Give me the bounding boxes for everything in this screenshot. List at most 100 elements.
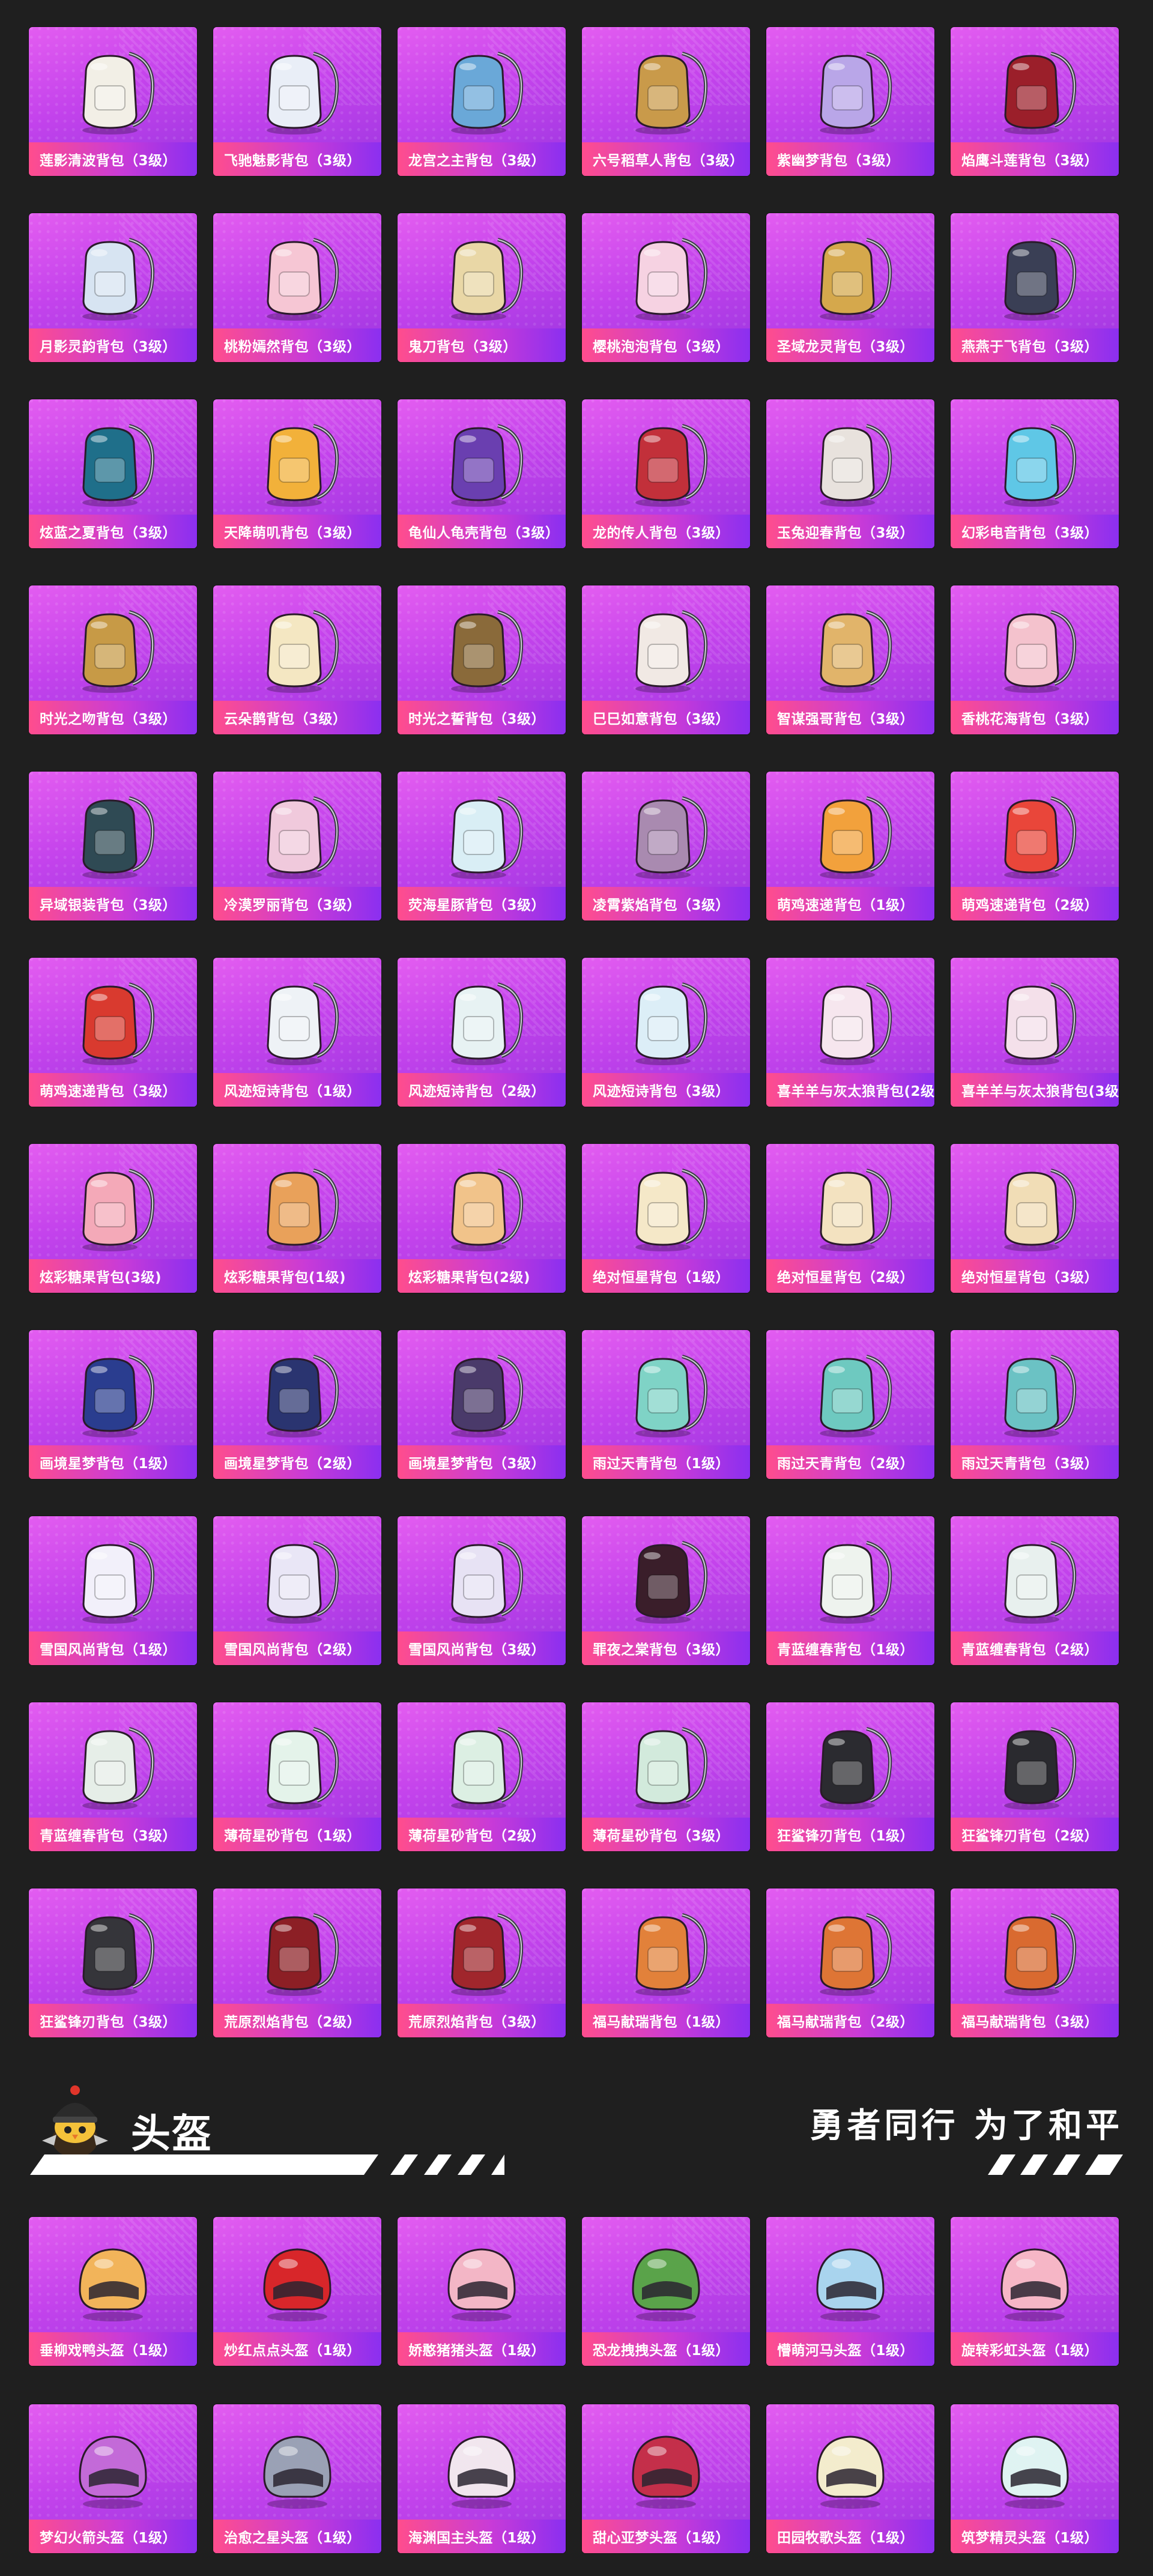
helmet-card[interactable]: 垂柳戏鸭头盔（1级） [29,2217,197,2366]
helmet-card[interactable]: 炒红点点头盔（1级） [213,2217,381,2366]
backpack-card[interactable]: 福马献瑞背包（3级） [951,1888,1119,2037]
backpack-card[interactable]: 青蓝缠春背包（2级） [951,1516,1119,1665]
helmet-card[interactable]: 旋转彩虹头盔（1级） [951,2217,1119,2366]
snow-bunny-lv1-backpack-icon [82,1541,155,1624]
helmet-card[interactable]: 海渊国主头盔（1级） [398,2404,566,2553]
backpack-card[interactable]: 焰鹰斗莲背包（3级） [951,27,1119,176]
backpack-card[interactable]: 荒原烈焰背包（2级） [213,1888,381,2037]
backpack-card[interactable]: 青蓝缠春背包（3级） [29,1702,197,1851]
backpack-card[interactable]: 雪国风尚背包（3级） [398,1516,566,1665]
backpack-card[interactable]: 福马献瑞背包（2级） [766,1888,934,2037]
backpack-card[interactable]: 凌霄紫焰背包（3级） [582,772,750,921]
red-black-mech-backpack-icon [1004,52,1077,135]
helmet-card[interactable]: 娇憨猪猪头盔（1级） [398,2217,566,2366]
hippo-helmet-icon [816,2248,885,2321]
backpack-card[interactable]: 炫彩糖果背包(2级) [398,1144,566,1293]
backpack-card[interactable]: 雨过天青背包（2级） [766,1330,934,1479]
jade-lv3-backpack-icon [1004,1355,1077,1438]
backpack-card[interactable]: 雨过天青背包（1级） [582,1330,750,1479]
item-label: 时光之誓背包（3级） [398,701,566,734]
backpack-card[interactable]: 狂鲨锋刃背包（2级） [951,1702,1119,1851]
white-red-rabbit-backpack-icon [820,424,892,507]
item-label: 炫彩糖果背包(3级) [29,1259,197,1293]
backpack-card[interactable]: 莲影清波背包（3级） [29,27,197,176]
backpack-card[interactable]: 鬼刀背包（3级） [398,213,566,362]
backpack-card[interactable]: 萌鸡速递背包（1级） [766,772,934,921]
backpack-card[interactable]: 龟仙人龟壳背包（3级） [398,399,566,548]
backpack-card[interactable]: 薄荷星砂背包（3级） [582,1702,750,1851]
item-label: 青蓝缠春背包（3级） [29,1818,197,1851]
rocket-helmet-icon [79,2435,147,2509]
winged-blade-backpack-icon [451,238,524,321]
helmet-section-title: 头盔 [131,2111,213,2157]
neon-speaker-backpack-icon [1004,424,1077,507]
mint-lv2-backpack-icon [451,1727,524,1810]
backpack-card[interactable]: 炫彩糖果背包(1级) [213,1144,381,1293]
backpack-card[interactable]: 燕燕于飞背包（3级） [951,213,1119,362]
backpack-card[interactable]: 罪夜之棠背包（3级） [582,1516,750,1665]
backpack-card[interactable]: 六号稻草人背包（3级） [582,27,750,176]
backpack-card[interactable]: 薄荷星砂背包（1级） [213,1702,381,1851]
backpack-card[interactable]: 萌鸡速递背包（2级） [951,772,1119,921]
backpack-card[interactable]: 玉兔迎春背包（3级） [766,399,934,548]
backpack-card[interactable]: 雪国风尚背包（1级） [29,1516,197,1665]
backpack-card[interactable]: 青蓝缠春背包（1级） [766,1516,934,1665]
backpack-card[interactable]: 时光之誓背包（3级） [398,585,566,734]
backpack-card[interactable]: 绝对恒星背包（3级） [951,1144,1119,1293]
backpack-card[interactable]: 风迹短诗背包（2级） [398,958,566,1107]
backpack-card[interactable]: 龙宫之主背包（3级） [398,27,566,176]
backpack-card[interactable]: 狂鲨锋刃背包（3级） [29,1888,197,2037]
backpack-card[interactable]: 雨过天青背包（3级） [951,1330,1119,1479]
backpack-card[interactable]: 炫彩糖果背包(3级) [29,1144,197,1293]
helmet-card[interactable]: 甜心亚梦头盔（1级） [582,2404,750,2553]
helmet-card[interactable]: 筑梦精灵头盔（1级） [951,2404,1119,2553]
backpack-card[interactable]: 智谋强哥背包（3级） [766,585,934,734]
flame-mech-lv3-backpack-icon [451,1913,524,1996]
backpack-card[interactable]: 桃粉嫣然背包（3级） [213,213,381,362]
poem-bag-lv2-backpack-icon [451,982,524,1065]
backpack-card[interactable]: 巳巳如意背包（3级） [582,585,750,734]
backpack-card[interactable]: 月影灵韵背包（3级） [29,213,197,362]
backpack-card[interactable]: 时光之吻背包（3级） [29,585,197,734]
backpack-card[interactable]: 龙的传人背包（3级） [582,399,750,548]
moon-spirit-backpack-icon [82,238,155,321]
backpack-card[interactable]: 圣域龙灵背包（3级） [766,213,934,362]
backpack-card[interactable]: 喜羊羊与灰太狼背包(2级) [766,958,934,1107]
backpack-card[interactable]: 幻彩电音背包（3级） [951,399,1119,548]
backpack-card[interactable]: 绝对恒星背包（1级） [582,1144,750,1293]
backpack-card[interactable]: 绝对恒星背包（2级） [766,1144,934,1293]
helmet-card[interactable]: 恐龙拽拽头盔（1级） [582,2217,750,2366]
backpack-card[interactable]: 荒原烈焰背包（3级） [398,1888,566,2037]
item-label: 六号稻草人背包（3级） [582,142,750,176]
horse-lv1-backpack-icon [635,1913,708,1996]
backpack-card[interactable]: 雪国风尚背包（2级） [213,1516,381,1665]
backpack-card[interactable]: 画境星梦背包（1级） [29,1330,197,1479]
backpack-card[interactable]: 福马献瑞背包（1级） [582,1888,750,2037]
purple-flame-frame-backpack-icon [635,796,708,879]
backpack-card[interactable]: 画境星梦背包（2级） [213,1330,381,1479]
helmet-card[interactable]: 治愈之星头盔（1级） [213,2404,381,2553]
item-label: 鬼刀背包（3级） [398,328,566,362]
backpack-card[interactable]: 风迹短诗背包（3级） [582,958,750,1107]
backpack-card[interactable]: 飞驰魅影背包（3级） [213,27,381,176]
backpack-card[interactable]: 薄荷星砂背包（2级） [398,1702,566,1851]
backpack-card[interactable]: 异域银装背包（3级） [29,772,197,921]
backpack-card[interactable]: 樱桃泡泡背包（3级） [582,213,750,362]
helmet-card[interactable]: 梦幻火箭头盔（1级） [29,2404,197,2553]
item-label: 画境星梦背包（3级） [398,1445,566,1479]
backpack-card[interactable]: 喜羊羊与灰太狼背包(3级) [951,958,1119,1107]
peach-blossom-backpack-icon [1004,610,1077,693]
backpack-card[interactable]: 香桃花海背包（3级） [951,585,1119,734]
backpack-card[interactable]: 天降萌叽背包（3级） [213,399,381,548]
helmet-card[interactable]: 田园牧歌头盔（1级） [766,2404,934,2553]
backpack-card[interactable]: 荧海星豚背包（3级） [398,772,566,921]
backpack-card[interactable]: 狂鲨锋刃背包（1级） [766,1702,934,1851]
backpack-card[interactable]: 画境星梦背包（3级） [398,1330,566,1479]
backpack-card[interactable]: 风迹短诗背包（1级） [213,958,381,1107]
backpack-card[interactable]: 冷漠罗丽背包（3级） [213,772,381,921]
backpack-card[interactable]: 紫幽梦背包（3级） [766,27,934,176]
backpack-card[interactable]: 萌鸡速递背包（3级） [29,958,197,1107]
backpack-card[interactable]: 云朵鹊背包（3级） [213,585,381,734]
backpack-card[interactable]: 炫蓝之夏背包（3级） [29,399,197,548]
helmet-card[interactable]: 懵萌河马头盔（1级） [766,2217,934,2366]
